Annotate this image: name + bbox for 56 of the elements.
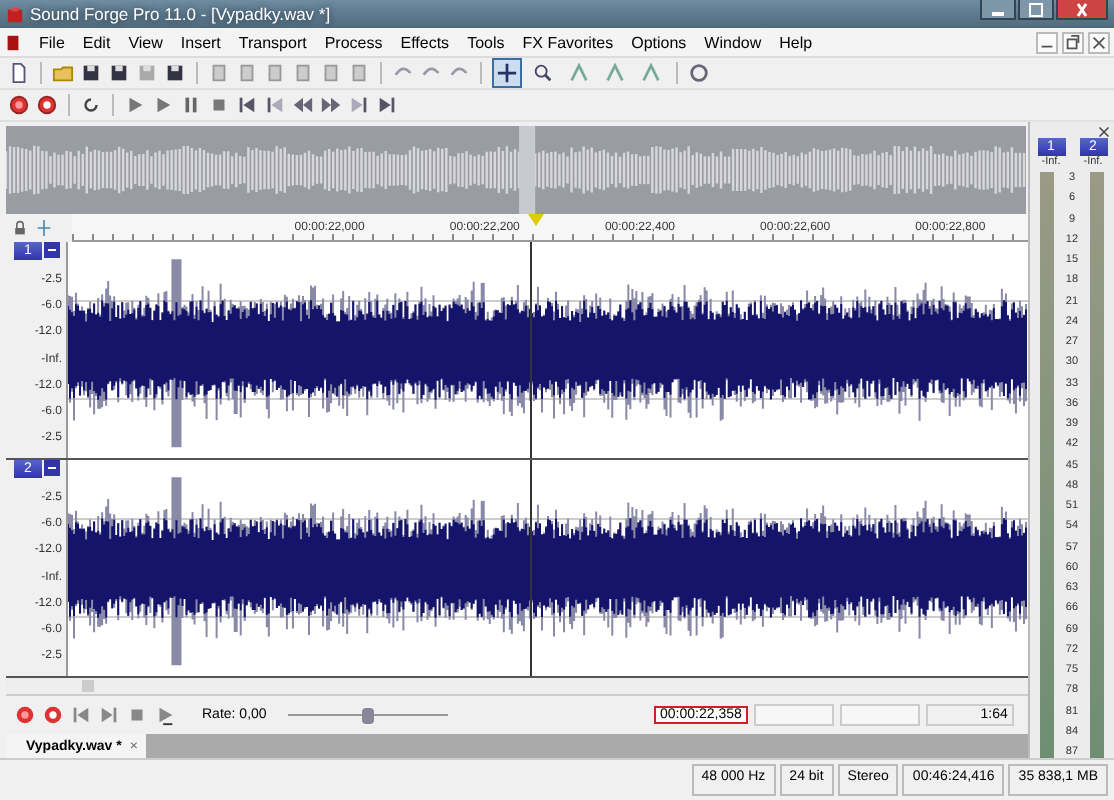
play-all-icon[interactable]: [124, 94, 146, 116]
stop-icon[interactable]: [208, 94, 230, 116]
save-icon[interactable]: [80, 62, 102, 84]
menu-item[interactable]: Help: [770, 33, 822, 51]
record-arm-icon[interactable]: [42, 704, 64, 726]
play-icon[interactable]: [154, 704, 176, 726]
length-field: [839, 704, 920, 726]
menu-item[interactable]: FX Favorites: [513, 33, 623, 51]
menu-item[interactable]: View: [119, 33, 172, 51]
document-icon: [4, 33, 22, 51]
close-icon[interactable]: [1088, 31, 1110, 53]
close-button[interactable]: [1056, 0, 1108, 20]
record-icon[interactable]: [14, 704, 36, 726]
menu-item[interactable]: Effects: [391, 33, 459, 51]
go-to-end-icon[interactable]: [98, 704, 120, 726]
forward-icon[interactable]: [320, 94, 342, 116]
record-arm-icon[interactable]: [36, 94, 58, 116]
rewind-icon[interactable]: [292, 94, 314, 116]
menu-item[interactable]: Transport: [229, 33, 316, 51]
app-logo-icon: [6, 5, 24, 23]
collapse-icon[interactable]: [44, 460, 60, 476]
edit-tool-icon[interactable]: [492, 58, 522, 88]
horizontal-scrollbar[interactable]: [6, 678, 1028, 696]
restore-icon[interactable]: [1062, 31, 1084, 53]
play-icon[interactable]: [152, 94, 174, 116]
loop-icon[interactable]: [80, 94, 102, 116]
menu-item[interactable]: Edit: [73, 33, 120, 51]
save-as-icon[interactable]: [108, 62, 130, 84]
menu-item[interactable]: File: [30, 33, 74, 51]
menu-item[interactable]: Window: [695, 33, 771, 51]
stop-icon[interactable]: [126, 704, 148, 726]
menu-item[interactable]: Process: [315, 33, 392, 51]
new-file-icon[interactable]: [8, 62, 30, 84]
maximize-icon: [1026, 1, 1046, 17]
maximize-button[interactable]: [1018, 0, 1054, 20]
close-icon[interactable]: [1098, 126, 1110, 138]
go-to-start-icon[interactable]: [236, 94, 258, 116]
close-icon: [1072, 1, 1092, 17]
slider-thumb[interactable]: [362, 707, 374, 723]
record-icon[interactable]: [8, 94, 30, 116]
menu-item[interactable]: Options: [622, 33, 696, 51]
next-icon[interactable]: [348, 94, 370, 116]
collapse-icon[interactable]: [44, 242, 60, 258]
menu-item[interactable]: Insert: [171, 33, 230, 51]
pause-icon[interactable]: [180, 94, 202, 116]
previous-icon[interactable]: [264, 94, 286, 116]
minimize-icon[interactable]: [1036, 31, 1058, 53]
window-title: Sound Forge Pro 11.0 - [Vypadky.wav *]: [30, 4, 333, 24]
menu-item[interactable]: Tools: [458, 33, 514, 51]
minimize-button[interactable]: [980, 0, 1016, 20]
properties-icon[interactable]: [164, 62, 186, 84]
lock-icon[interactable]: [12, 220, 28, 236]
snap-icon[interactable]: [36, 220, 52, 236]
go-to-end-icon[interactable]: [376, 94, 398, 116]
go-to-start-icon[interactable]: [70, 704, 92, 726]
selection-field: [753, 704, 834, 726]
